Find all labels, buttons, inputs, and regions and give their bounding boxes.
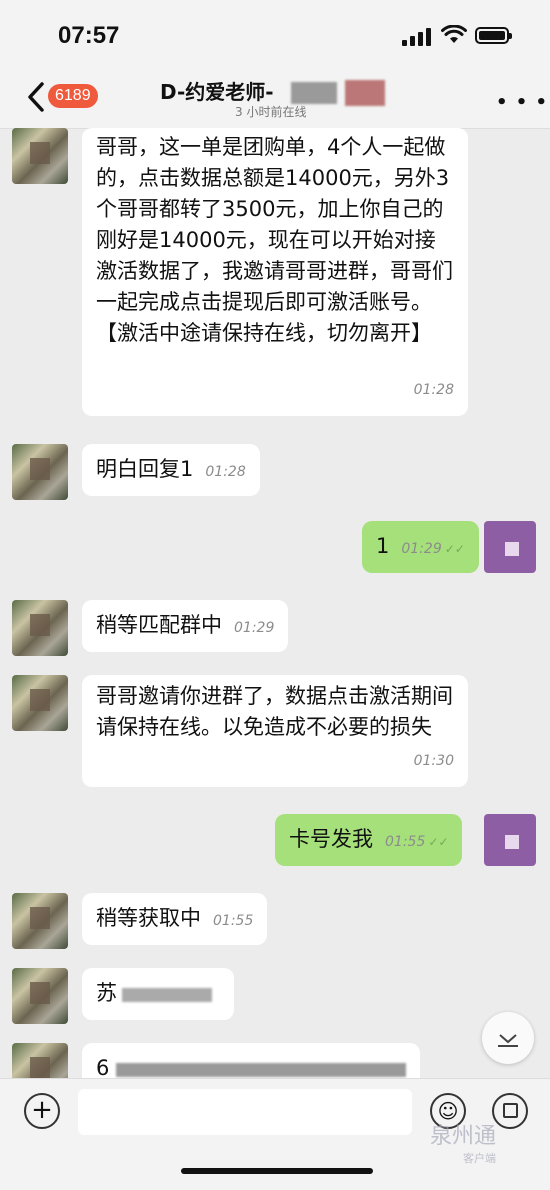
contact-avatar[interactable] [12,444,68,500]
message-bubble-incoming[interactable]: 6 [82,1043,420,1078]
message-text: 1 [376,534,390,558]
read-check-icon: ✓✓ [444,542,465,556]
message-time: 01:55 [385,834,426,850]
message-time: 01:28 [205,464,246,480]
message-bubble-incoming[interactable]: 哥哥邀请你进群了，数据点击激活期间请保持在线。以免造成不必要的损失 01:30 [82,675,468,787]
read-check-icon: ✓✓ [428,835,449,849]
record-icon[interactable] [492,1093,528,1129]
my-avatar[interactable] [484,521,536,573]
message-bubble-incoming[interactable]: 稍等获取中 01:55 [82,893,268,945]
scroll-down-icon[interactable] [482,1012,534,1064]
message-bubble-incoming[interactable]: 苏 [82,968,234,1020]
message-text: 6 [96,1056,110,1078]
message-text: 稍等获取中 [96,906,201,930]
message-time: 01:28 [413,382,454,398]
cellular-signal-icon [402,28,432,46]
message-bubble-incoming[interactable]: 明白回复1 01:28 [82,444,260,496]
message-bubble-outgoing[interactable]: 1 01:29 ✓✓ [362,521,479,573]
contact-avatar[interactable] [12,968,68,1024]
redacted-name [345,80,385,106]
message-text: 苏 [96,981,117,1005]
message-time: 01:29 [234,620,275,636]
message-bubble-incoming[interactable]: 稍等匹配群中 01:29 [82,600,289,652]
wifi-icon [441,25,467,43]
back-chevron-icon[interactable] [22,80,50,114]
contact-avatar[interactable] [12,893,68,949]
message-time: 01:29 [401,541,442,557]
message-text: 哥哥邀请你进群了，数据点击激活期间请保持在线。以免造成不必要的损失 [96,684,453,739]
contact-avatar[interactable] [12,675,68,731]
redacted-name [291,82,337,104]
chat-title[interactable]: D-约爱老师- [160,76,274,105]
message-bubble-incoming[interactable]: 哥哥，这一单是团购单，4个人一起做的，点击数据总额是14000元，另外3个哥哥都… [82,128,468,416]
redacted-content [122,988,212,1002]
more-icon[interactable]: • • • [496,92,548,113]
redacted-content [116,1063,406,1077]
message-bubble-outgoing[interactable]: 卡号发我 01:55 ✓✓ [275,814,463,866]
message-list[interactable]: 哥哥，这一单是团购单，4个人一起做的，点击数据总额是14000元，另外3个哥哥都… [0,128,550,1078]
my-avatar[interactable] [484,814,536,866]
battery-icon [475,27,512,44]
message-time: 01:30 [413,753,454,769]
message-text: 卡号发我 [289,827,373,851]
contact-avatar[interactable] [12,128,68,184]
contact-avatar[interactable] [12,600,68,656]
clock: 07:57 [58,22,120,49]
status-bar: 07:57 [0,0,550,70]
contact-avatar[interactable] [12,1043,68,1078]
message-text: 稍等匹配群中 [96,613,222,637]
watermark: 泉州通 客户端 [430,1124,497,1165]
home-indicator [181,1168,373,1174]
online-status: 3 小时前在线 [235,105,307,119]
message-text: 哥哥，这一单是团购单，4个人一起做的，点击数据总额是14000元，另外3个哥哥都… [96,135,453,345]
message-time: 01:55 [213,913,254,929]
message-text: 明白回复1 [96,457,194,481]
unread-count-badge[interactable]: 6189 [48,84,98,108]
chat-header: 6189 D-约爱老师- 3 小时前在线 • • • [0,70,550,129]
message-input[interactable] [78,1089,412,1135]
add-icon[interactable]: + [24,1093,60,1129]
